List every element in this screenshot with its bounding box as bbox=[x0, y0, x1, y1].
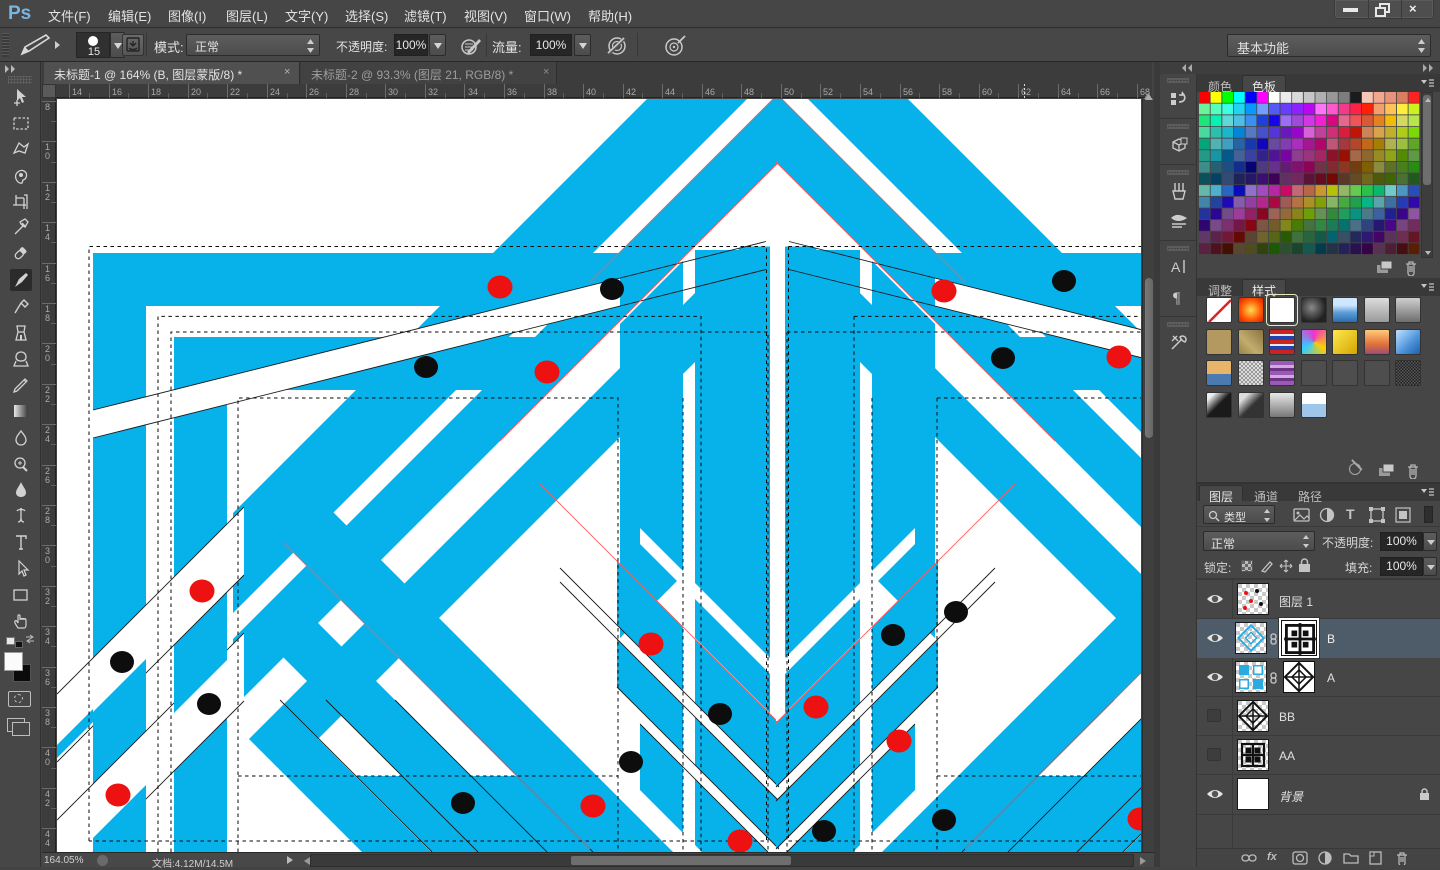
svg-text:A: A bbox=[1171, 259, 1181, 275]
svg-text:¶: ¶ bbox=[1173, 290, 1181, 307]
